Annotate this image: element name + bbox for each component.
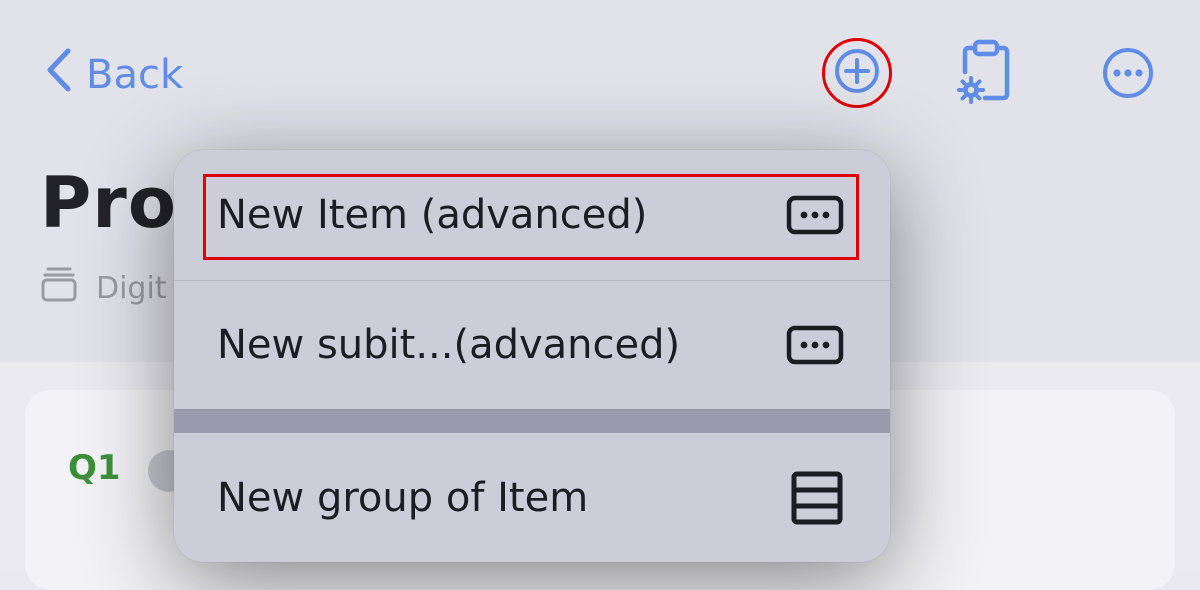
clipboard-gear-icon <box>955 38 1017 108</box>
rows-icon <box>790 471 844 525</box>
ellipsis-rectangle-icon <box>786 325 844 365</box>
plus-circle-icon <box>833 47 881 99</box>
back-label: Back <box>86 52 184 98</box>
menu-item-label: New subit...(advanced) <box>217 322 681 368</box>
more-button[interactable] <box>1100 47 1156 103</box>
menu-item-new-item-advanced[interactable]: New Item (advanced) <box>174 150 890 280</box>
group-label: Q1 <box>68 448 121 488</box>
page-title: Pro <box>40 162 177 244</box>
menu-item-label: New Item (advanced) <box>217 192 648 238</box>
page-subtitle-text: Digit <box>96 270 167 306</box>
menu-section-separator <box>174 409 890 433</box>
chevron-left-icon <box>46 48 86 102</box>
menu-item-label: New group of Item <box>217 474 589 521</box>
add-button[interactable] <box>822 38 892 108</box>
back-button[interactable]: Back <box>46 48 183 102</box>
page-subtitle: Digit <box>40 266 167 310</box>
menu-item-new-subitem-advanced[interactable]: New subit...(advanced) <box>174 281 890 409</box>
menu-item-new-group-of-item[interactable]: New group of Item <box>174 433 890 562</box>
stack-icon <box>40 266 96 310</box>
ellipsis-rectangle-icon <box>786 195 844 235</box>
clipboard-settings-button[interactable] <box>955 38 1017 108</box>
add-menu: New Item (advanced) New subit...(advance… <box>174 150 890 562</box>
ellipsis-circle-icon <box>1101 46 1155 104</box>
